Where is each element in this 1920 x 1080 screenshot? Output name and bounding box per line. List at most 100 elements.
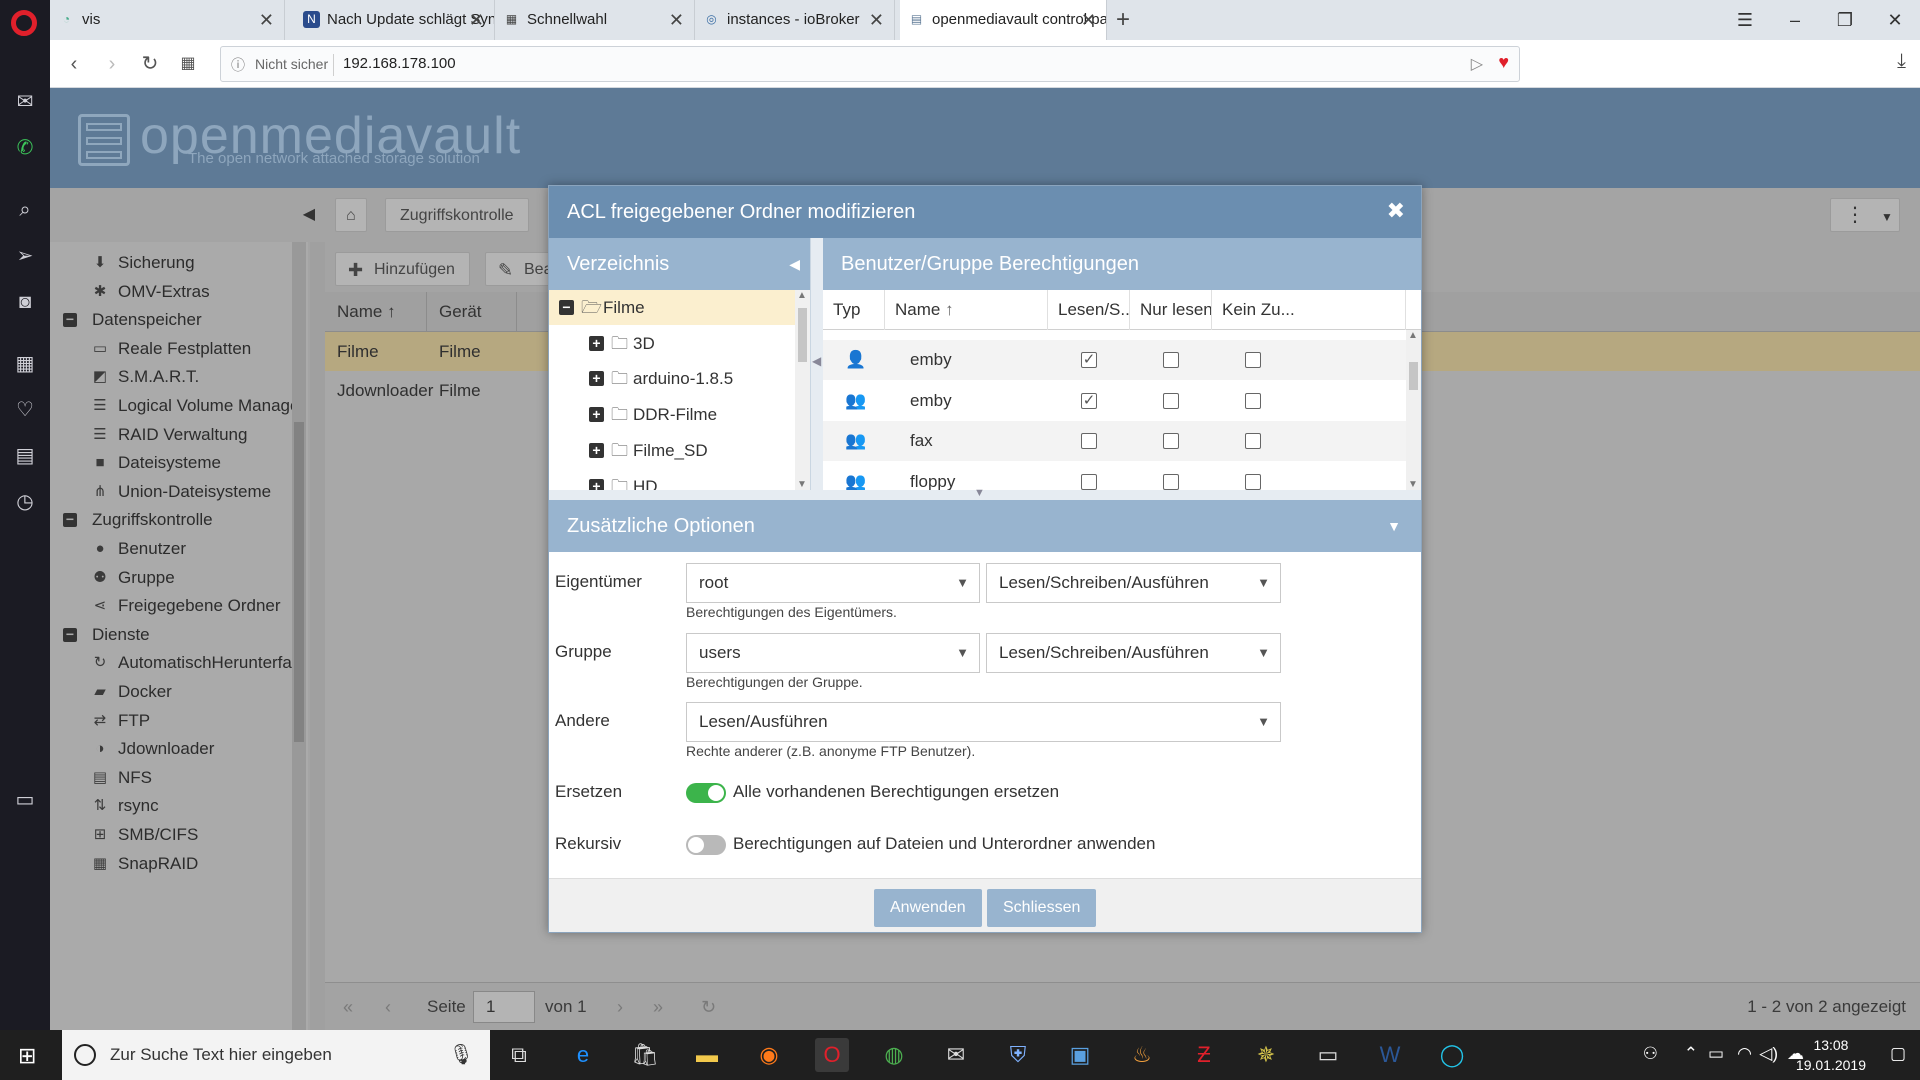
filezilla-icon[interactable]: Ƶ (1187, 1038, 1221, 1072)
read-only-checkbox[interactable] (1163, 473, 1179, 490)
opera-logo-icon[interactable] (11, 10, 37, 36)
read-write-checkbox[interactable] (1081, 433, 1097, 449)
column-header-name[interactable]: Name ↑ (325, 292, 427, 332)
home-icon[interactable]: ⌂ (335, 198, 367, 232)
read-write-checkbox[interactable]: ✓ (1081, 392, 1097, 409)
send-icon[interactable]: ▷ (1471, 54, 1483, 74)
tab-forum[interactable]: N Nach Update schlägt Sync ✕ (295, 0, 495, 40)
sidebar-scrollbar[interactable] (292, 242, 306, 1030)
directory-node[interactable]: + 🗀 arduino-1.8.5 (549, 361, 795, 396)
firefox-icon[interactable]: ◉ (752, 1038, 786, 1072)
edge-icon[interactable]: e (566, 1038, 600, 1072)
word-icon[interactable]: W (1373, 1038, 1407, 1072)
new-tab-icon[interactable]: + (1116, 0, 1130, 40)
camera-icon[interactable]: ◙ (13, 290, 37, 314)
close-tab-icon[interactable]: ✕ (469, 0, 484, 40)
chevron-down-icon[interactable]: ▼ (956, 564, 969, 602)
task-view-icon[interactable]: ⧉ (502, 1038, 536, 1072)
close-dialog-icon[interactable]: ✖ (1387, 198, 1405, 224)
close-window-icon[interactable]: ✕ (1870, 0, 1920, 40)
microphone-icon[interactable]: 🎙 (449, 1042, 474, 1067)
download-icon[interactable]: ⤓ (1897, 50, 1906, 73)
apply-button[interactable]: Anwenden (874, 889, 982, 927)
opera-taskbar-icon[interactable]: O (815, 1038, 849, 1072)
clock[interactable]: 13:08 19.01.2019 (1796, 1035, 1866, 1075)
permissions-scrollbar[interactable]: ▲ ▼ (1406, 330, 1421, 490)
chrome-icon[interactable]: ◍ (877, 1038, 911, 1072)
collapse-icon[interactable]: − (60, 620, 80, 650)
tab-openmediavault[interactable]: ▤ openmediavault control pa ✕ (900, 0, 1107, 40)
bookmark-heart-icon[interactable]: ♥ (1498, 52, 1509, 73)
collapse-sidebar-icon[interactable]: ◀ (303, 204, 315, 224)
previous-page-icon[interactable]: ‹ (385, 983, 391, 1031)
tab-iobroker[interactable]: ◎ instances - ioBroker ✕ (695, 0, 895, 40)
no-access-checkbox[interactable] (1245, 392, 1261, 409)
forward-icon[interactable]: › (98, 50, 126, 78)
group-permission-select[interactable]: Lesen/Schreiben/Ausführen ▼ (986, 633, 1281, 673)
permission-row[interactable]: 👥 floppy (823, 462, 1406, 490)
owner-select[interactable]: root ▼ (686, 563, 980, 603)
maximize-icon[interactable]: ❐ (1820, 0, 1870, 40)
column-header-type[interactable]: Typ (823, 290, 885, 330)
directory-node[interactable]: + 🗀 HD (549, 469, 795, 490)
expand-icon[interactable]: + (589, 407, 604, 423)
windows-start-icon[interactable]: ⊞ (18, 1043, 36, 1069)
directory-node[interactable]: + 🗀 DDR-Filme (549, 397, 795, 432)
read-write-checkbox[interactable]: ✓ (1081, 352, 1097, 368)
battery-icon[interactable]: ▭ (1708, 1044, 1724, 1064)
read-write-checkbox[interactable] (1081, 473, 1097, 490)
read-only-checkbox[interactable] (1163, 352, 1179, 368)
add-button[interactable]: ✚ Hinzufügen (335, 252, 470, 286)
page-input[interactable] (473, 991, 535, 1023)
permission-row[interactable]: 👥 fax (823, 421, 1406, 461)
minimize-icon[interactable]: – (1770, 0, 1820, 40)
collapse-left-icon[interactable]: ◀ (789, 238, 800, 290)
permission-row[interactable]: 👤 emby ✓ (823, 340, 1406, 380)
news-icon[interactable]: ▤ (13, 444, 37, 468)
collapse-icon[interactable]: − (559, 300, 574, 315)
options-panel-header[interactable]: Zusätzliche Optionen ▼ (549, 500, 1421, 552)
chevron-down-icon[interactable]: ▼ (1257, 564, 1270, 602)
sidebar-splitter[interactable] (310, 242, 325, 1030)
explorer-icon[interactable]: ▬ (690, 1038, 724, 1072)
expand-icon[interactable]: + (589, 442, 604, 458)
tab-schnellwahl[interactable]: ▦ Schnellwahl ✕ (495, 0, 695, 40)
expand-icon[interactable]: + (589, 371, 604, 387)
app-device-icon[interactable]: ▭ (1311, 1038, 1345, 1072)
breadcrumb-item[interactable]: Zugriffskontrolle (385, 198, 529, 232)
collapse-icon[interactable]: − (60, 505, 80, 535)
speed-dial-icon[interactable]: ▦ (13, 352, 37, 376)
chevron-down-icon[interactable]: ▼ (1257, 703, 1270, 741)
close-tab-icon[interactable]: ✕ (259, 0, 274, 40)
options-splitter[interactable]: ▼ (549, 487, 1421, 500)
directory-scrollbar[interactable]: ▲ ▼ (795, 290, 810, 490)
chevron-down-icon[interactable]: ▼ (956, 634, 969, 672)
directory-node[interactable]: + 🗀 Filme_SD (549, 433, 795, 468)
column-header-device[interactable]: Gerät (427, 292, 517, 332)
close-tab-icon[interactable]: ✕ (869, 0, 884, 40)
tab-menu-icon[interactable]: ☰ (1720, 0, 1770, 40)
panel-splitter[interactable]: ◀ (811, 238, 823, 490)
wifi-icon[interactable]: ◠ (1737, 1044, 1752, 1064)
splitter-arrow-icon[interactable]: ◀ (812, 354, 821, 368)
people-icon[interactable]: ⚇ (1643, 1044, 1658, 1064)
volume-icon[interactable]: ◁) (1759, 1044, 1778, 1064)
others-permission-select[interactable]: Lesen/Ausführen ▼ (686, 702, 1281, 742)
search-icon[interactable]: ⌕ (13, 198, 37, 222)
sidebar-toggle-icon[interactable]: ▭ (13, 788, 37, 812)
first-page-icon[interactable]: « (343, 983, 353, 1031)
no-access-checkbox[interactable] (1245, 433, 1261, 449)
directory-node[interactable]: + 🗀 3D (549, 326, 795, 361)
chevron-down-icon[interactable]: ▼ (1257, 634, 1270, 672)
next-page-icon[interactable]: › (617, 983, 623, 1031)
whatsapp-icon[interactable]: ✆ (13, 136, 37, 160)
column-header-read-write[interactable]: Lesen/S... (1048, 290, 1130, 330)
group-select[interactable]: users ▼ (686, 633, 980, 673)
reload-icon[interactable]: ↻ (136, 50, 164, 78)
taskbar-search[interactable]: Zur Suche Text hier eingeben 🎙 (62, 1030, 490, 1080)
column-header-name[interactable]: Name ↑ (885, 290, 1048, 330)
mail-icon[interactable]: ✉ (939, 1038, 973, 1072)
url-text[interactable]: 192.168.178.100 (343, 55, 456, 72)
close-tab-icon[interactable]: ✕ (669, 0, 684, 40)
recursive-toggle[interactable] (686, 835, 726, 855)
